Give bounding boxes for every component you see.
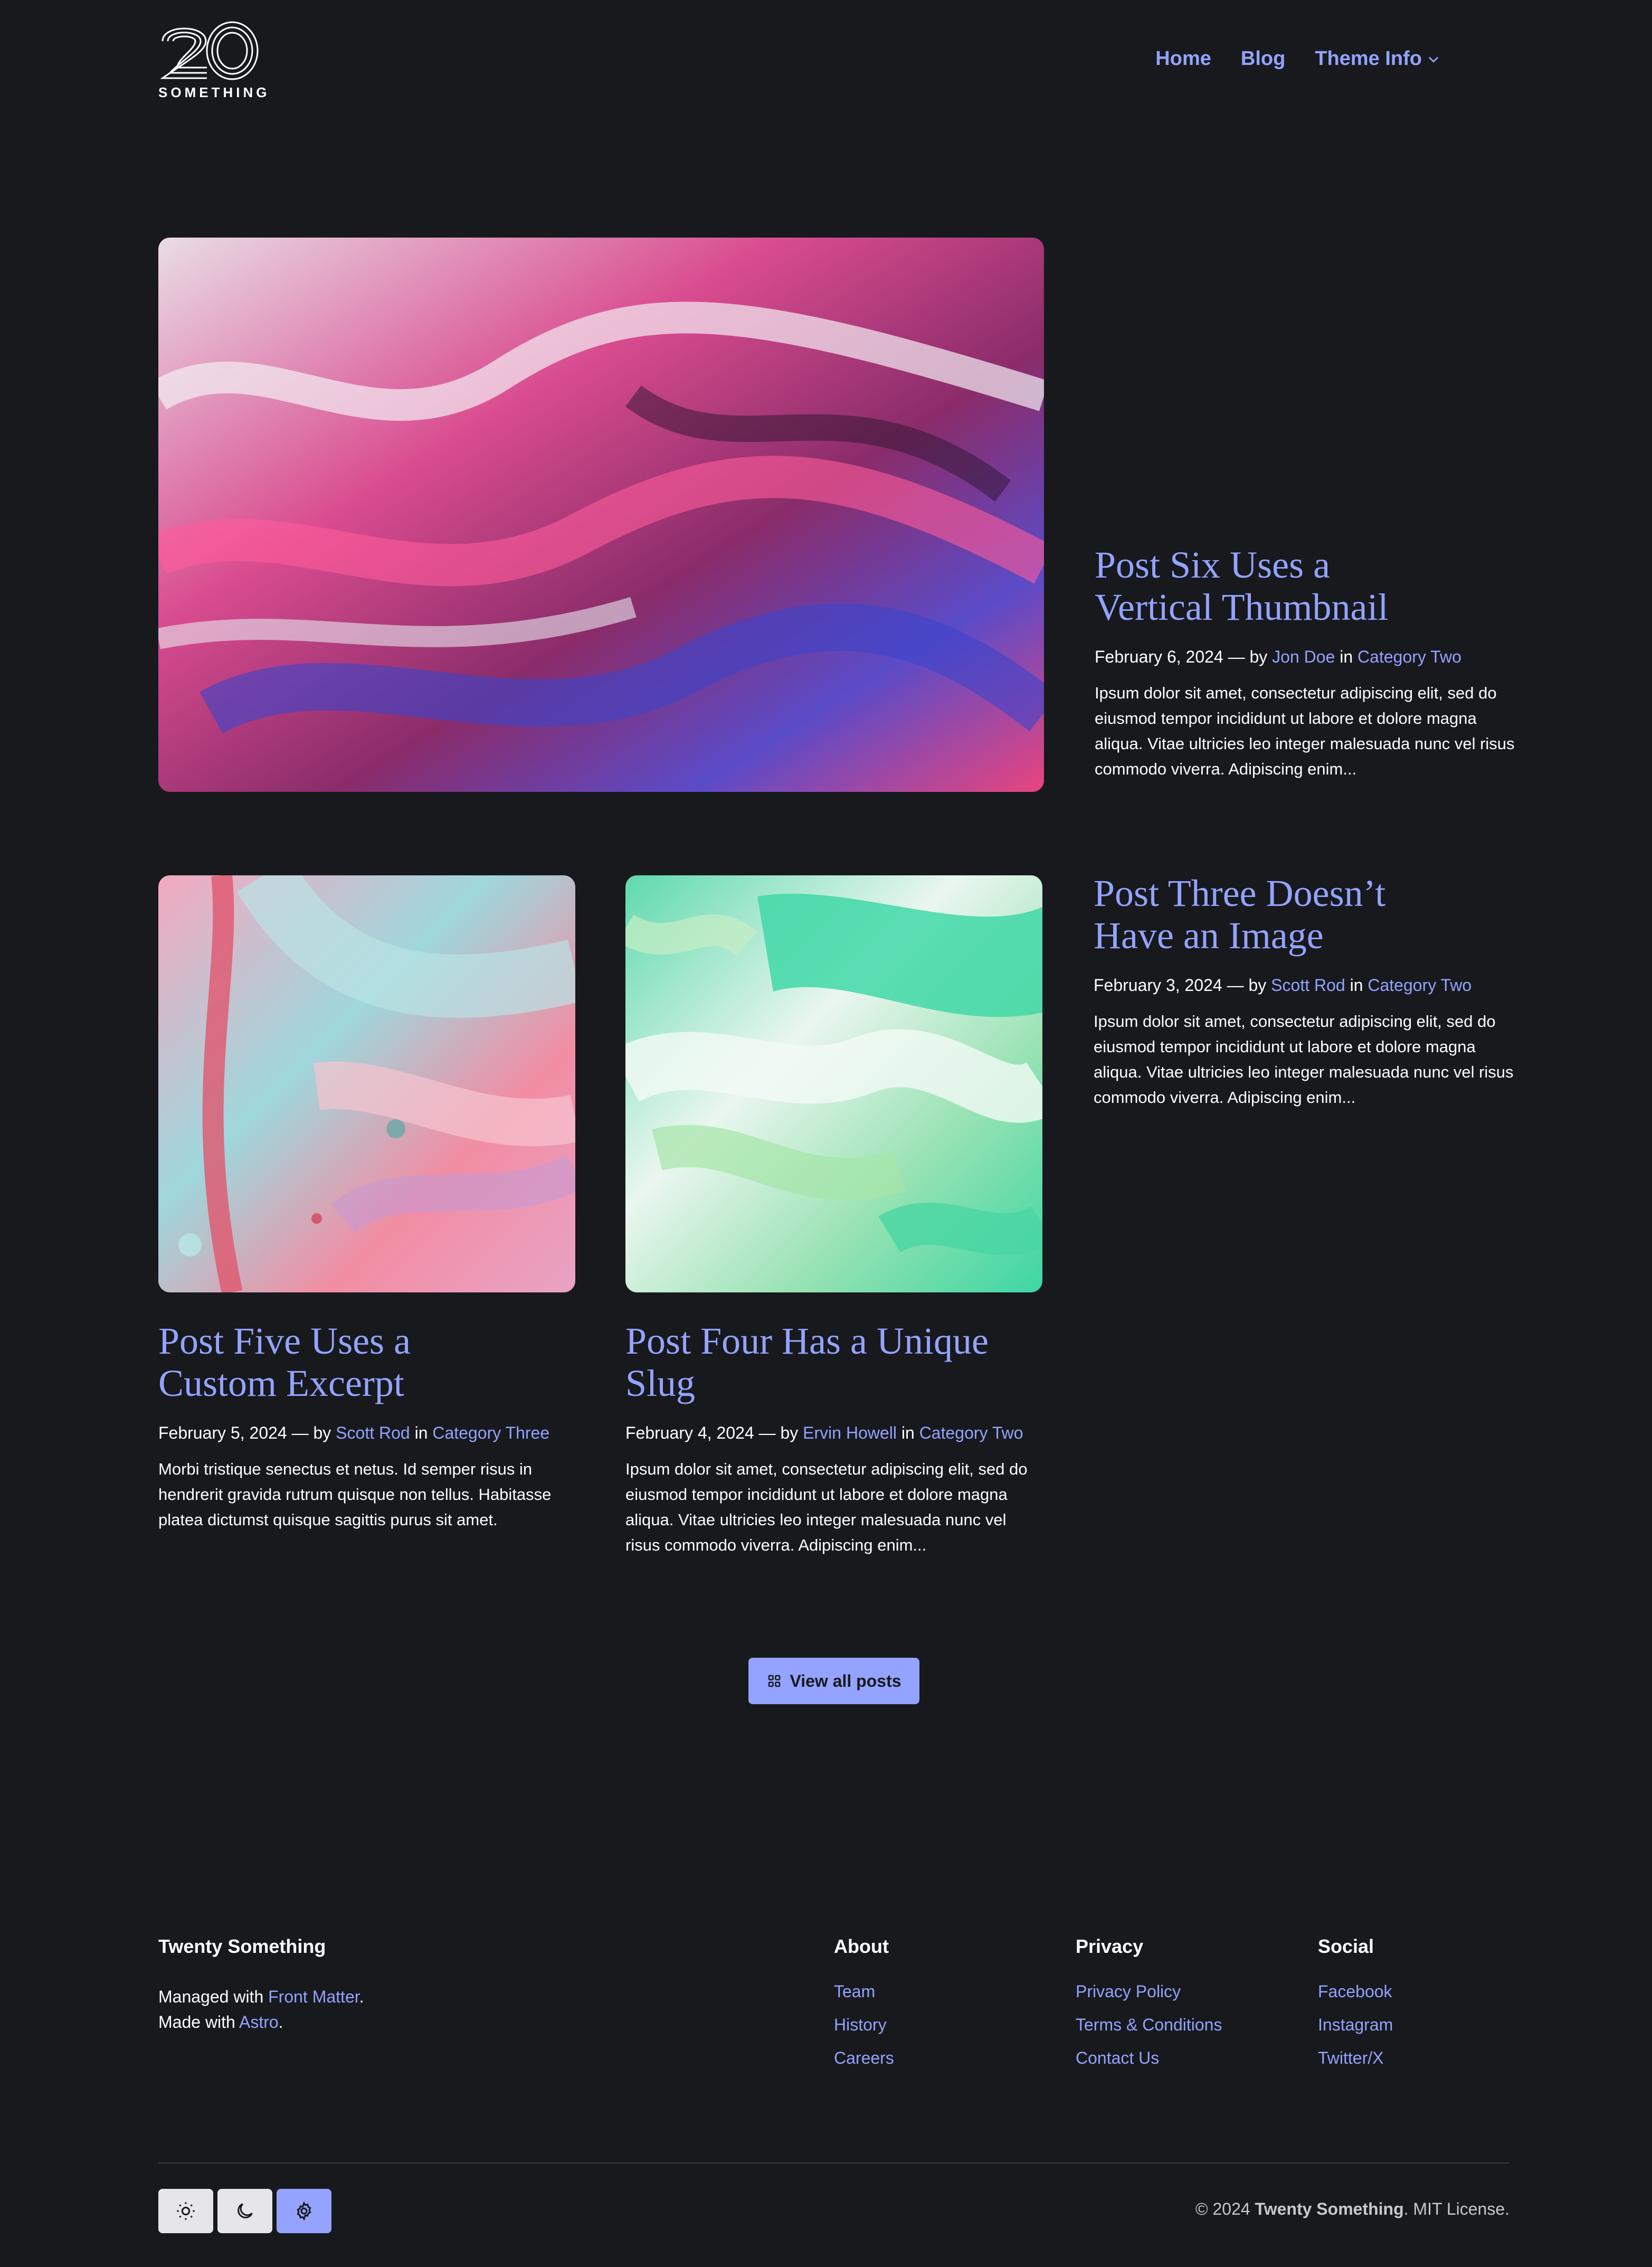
grid-icon [768, 1675, 781, 1687]
chevron-down-icon [1428, 56, 1439, 63]
nav-theme-info[interactable]: Theme Info [1315, 48, 1441, 70]
post-five-image [158, 875, 575, 1292]
footer-brand-title: Twenty Something [158, 1935, 326, 1957]
footer-link-team[interactable]: Team [834, 1982, 894, 2001]
post-six-category[interactable]: Category Two [1357, 647, 1461, 666]
footer-col-about-title: About [834, 1935, 889, 1957]
post-six-image [158, 238, 1044, 792]
nav-home[interactable]: Home [1155, 48, 1211, 70]
logo-icon [160, 21, 259, 80]
copyright-prefix: © 2024 [1195, 2199, 1250, 2218]
post-three-meta: February 3, 2024 — by Scott Rod in Categ… [1094, 976, 1516, 995]
footer-link-instagram[interactable]: Instagram [1318, 2015, 1393, 2035]
view-all-posts-label: View all posts [790, 1671, 901, 1690]
post-four-meta: February 4, 2024 — by Ervin Howell in Ca… [625, 1423, 1058, 1443]
copyright: © 2024 Twenty Something. MIT License. [1195, 2199, 1509, 2219]
post-six-meta: February 6, 2024 — by Jon Doe in Categor… [1095, 647, 1517, 667]
footer-col-privacy-title: Privacy [1076, 1935, 1144, 1957]
footer-link-contact[interactable]: Contact Us [1076, 2048, 1222, 2068]
post-three-category[interactable]: Category Two [1368, 976, 1471, 995]
post-five-author[interactable]: Scott Rod [336, 1423, 410, 1442]
footer-link-history[interactable]: History [834, 2015, 894, 2035]
post-three-title-line2: Have an Image [1094, 914, 1324, 957]
post-six-card: Post Six Uses a Vertical Thumbnail Febru… [1095, 544, 1517, 782]
nav-theme-info-label: Theme Info [1315, 48, 1422, 70]
post-five-excerpt: Morbi tristique senectus et netus. Id se… [158, 1460, 552, 1529]
front-matter-link[interactable]: Front Matter [268, 1987, 359, 2006]
system-theme-button[interactable] [277, 2189, 331, 2233]
gear-icon [297, 2201, 311, 2221]
light-theme-button[interactable] [158, 2189, 213, 2233]
post-five-thumbnail[interactable] [158, 875, 575, 1292]
post-three-title-line1: Post Three Doesn’t [1094, 872, 1386, 914]
site-logo[interactable]: SOMETHING [158, 20, 267, 105]
post-four-in: in [901, 1423, 915, 1442]
moon-icon [238, 2203, 253, 2218]
copyright-brand: Twenty Something [1255, 2199, 1404, 2218]
post-six-title-line2: Vertical Thumbnail [1095, 586, 1389, 628]
footer-link-careers[interactable]: Careers [834, 2048, 894, 2068]
logo-text: SOMETHING [158, 84, 270, 100]
post-four-excerpt: Ipsum dolor sit amet, consectetur adipis… [625, 1460, 1028, 1554]
post-six-author[interactable]: Jon Doe [1272, 647, 1335, 666]
post-five-in: in [414, 1423, 428, 1442]
made-period: . [278, 2013, 283, 2032]
post-five-title-line1: Post Five Uses a [158, 1320, 411, 1362]
copyright-suffix: . MIT License. [1403, 2199, 1509, 2218]
post-four-category[interactable]: Category Two [919, 1423, 1023, 1442]
footer-link-facebook[interactable]: Facebook [1318, 1982, 1393, 2001]
footer-link-twitter[interactable]: Twitter/X [1318, 2048, 1393, 2068]
astro-link[interactable]: Astro [239, 2013, 279, 2032]
post-five-card: Post Five Uses a Custom Excerpt February… [158, 1320, 581, 1533]
post-six-title-line1: Post Six Uses a [1095, 544, 1331, 586]
post-five-date: February 5, 2024 — by [158, 1423, 331, 1442]
made-prefix: Made with [158, 2013, 235, 2032]
post-four-title[interactable]: Post Four Has a Unique Slug [625, 1320, 1058, 1404]
view-all-posts-button[interactable]: View all posts [748, 1658, 919, 1704]
post-three-author[interactable]: Scott Rod [1271, 976, 1345, 995]
footer-brand-block: Twenty Something Managed with Front Matt… [158, 1935, 581, 2035]
footer-col-about: About Team History Careers [834, 1935, 894, 2082]
post-five-meta: February 5, 2024 — by Scott Rod in Categ… [158, 1423, 581, 1443]
dark-theme-button[interactable] [217, 2189, 272, 2233]
sun-icon [177, 2202, 195, 2220]
post-three-date: February 3, 2024 — by [1094, 976, 1267, 995]
main-nav: Home Blog Theme Info [1155, 48, 1441, 70]
post-six-date: February 6, 2024 — by [1095, 647, 1268, 666]
footer-col-privacy: Privacy Privacy Policy Terms & Condition… [1076, 1935, 1222, 2082]
footer-col-social: Social Facebook Instagram Twitter/X [1318, 1935, 1393, 2082]
nav-blog[interactable]: Blog [1241, 48, 1285, 70]
managed-period: . [359, 1987, 364, 2006]
post-four-card: Post Four Has a Unique Slug February 4, … [625, 1320, 1058, 1558]
footer-col-social-title: Social [1318, 1935, 1374, 1957]
post-five-title-line2: Custom Excerpt [158, 1362, 404, 1404]
post-six-thumbnail[interactable] [158, 238, 1044, 792]
footer-link-terms[interactable]: Terms & Conditions [1076, 2015, 1222, 2035]
post-six-in: in [1340, 647, 1353, 666]
theme-switcher [158, 2189, 331, 2233]
post-three-excerpt: Ipsum dolor sit amet, consectetur adipis… [1094, 1012, 1514, 1107]
post-three-in: in [1350, 976, 1363, 995]
post-four-author[interactable]: Ervin Howell [803, 1423, 897, 1442]
post-six-excerpt: Ipsum dolor sit amet, consectetur adipis… [1095, 684, 1515, 778]
footer-link-privacy-policy[interactable]: Privacy Policy [1076, 1982, 1222, 2001]
post-five-title[interactable]: Post Five Uses a Custom Excerpt [158, 1320, 581, 1404]
post-four-image [625, 875, 1042, 1292]
post-four-thumbnail[interactable] [625, 875, 1042, 1292]
footer-divider [158, 2162, 1509, 2164]
post-four-date: February 4, 2024 — by [625, 1423, 799, 1442]
post-six-title[interactable]: Post Six Uses a Vertical Thumbnail [1095, 544, 1517, 628]
managed-prefix: Managed with [158, 1987, 264, 2006]
post-three-card: Post Three Doesn’t Have an Image Februar… [1094, 872, 1516, 1110]
post-five-category[interactable]: Category Three [432, 1423, 549, 1442]
footer-credits: Managed with Front Matter. Made with Ast… [158, 1984, 581, 2035]
post-three-title[interactable]: Post Three Doesn’t Have an Image [1094, 872, 1516, 957]
